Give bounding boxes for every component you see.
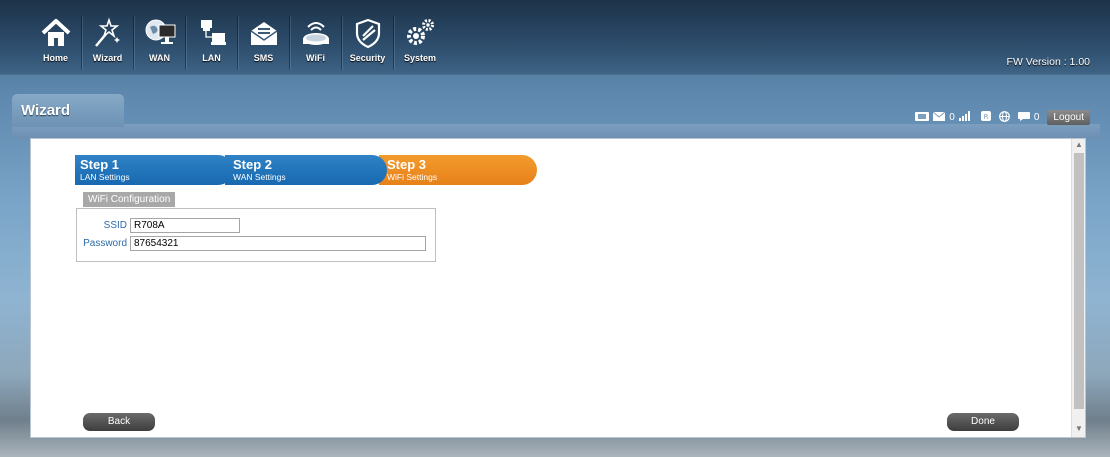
back-button[interactable]: Back: [83, 413, 155, 431]
password-row: Password: [77, 236, 426, 251]
nav-item-system[interactable]: System: [394, 16, 446, 70]
nav-label-system: System: [403, 53, 437, 63]
home-icon: [38, 16, 74, 50]
ssid-label: SSID: [103, 220, 127, 231]
panel-scrollbar[interactable]: ▲ ▼: [1071, 139, 1085, 437]
sms-count: 0: [949, 112, 955, 123]
step-2-subtitle: WAN Settings: [233, 172, 286, 182]
ssid-input[interactable]: [130, 218, 240, 233]
nav-item-home[interactable]: Home: [30, 16, 82, 70]
status-bar: 0 R 0 Logout: [915, 110, 1090, 125]
nav-item-wan[interactable]: WAN: [134, 16, 186, 70]
wifi-router-icon: [298, 16, 334, 50]
nav-label-lan: LAN: [202, 53, 221, 63]
nav-label-wan: WAN: [149, 53, 170, 63]
wizard-panel: Step 1 LAN Settings Step 2 WAN Settings …: [30, 138, 1086, 438]
logout-button[interactable]: Logout: [1047, 110, 1090, 125]
nav-item-sms[interactable]: SMS: [238, 16, 290, 70]
scroll-up-arrow-icon[interactable]: ▲: [1072, 140, 1086, 152]
wifi-config-box: SSID Password: [76, 208, 436, 262]
top-navigation-bar: Home Wizard WAN LAN SMS WiFi Security Sy…: [0, 0, 1110, 75]
nav-item-wifi[interactable]: WiFi: [290, 16, 342, 70]
scroll-thumb[interactable]: [1074, 153, 1084, 409]
signal-strength-icon: [958, 111, 971, 124]
system-gears-icon: [402, 16, 438, 50]
nav-label-sms: SMS: [253, 53, 274, 63]
title-strip: [12, 124, 1100, 138]
lan-computers-icon: [194, 16, 230, 50]
roaming-icon: R: [980, 111, 991, 124]
step-3-subtitle: WiFi Settings: [387, 172, 438, 182]
step-3[interactable]: Step 3 WiFi Settings: [379, 155, 537, 185]
ssid-row: SSID: [77, 218, 240, 233]
step-1[interactable]: Step 1 LAN Settings: [75, 155, 233, 185]
nav-label-wifi: WiFi: [306, 53, 325, 63]
page-title: Wizard: [12, 94, 124, 127]
step-3-title: Step 3: [387, 157, 427, 172]
svg-text:R: R: [983, 113, 988, 121]
nav-item-security[interactable]: Security: [342, 16, 394, 70]
internet-globe-icon: [998, 110, 1010, 125]
main-nav: Home Wizard WAN LAN SMS WiFi Security Sy…: [30, 16, 446, 70]
wizard-wand-icon: [90, 16, 126, 50]
sms-status-icon[interactable]: [932, 111, 946, 124]
nav-item-wizard[interactable]: Wizard: [82, 16, 134, 70]
step-2-title: Step 2: [233, 157, 273, 172]
wifi-config-section-label: WiFi Configuration: [83, 192, 176, 207]
scroll-down-arrow-icon[interactable]: ▼: [1072, 424, 1086, 436]
fw-version: FW Version : 1.00: [1006, 56, 1090, 68]
sms-envelope-icon: [246, 16, 282, 50]
sim-icon: [915, 111, 930, 124]
password-input[interactable]: [130, 236, 426, 251]
step-1-title: Step 1: [80, 157, 120, 172]
step-1-subtitle: LAN Settings: [80, 172, 130, 182]
nav-label-wizard: Wizard: [92, 53, 123, 63]
nav-label-security: Security: [349, 53, 386, 63]
nav-item-lan[interactable]: LAN: [186, 16, 238, 70]
done-button[interactable]: Done: [947, 413, 1019, 431]
nav-label-home: Home: [42, 53, 68, 63]
step-2[interactable]: Step 2 WAN Settings: [225, 155, 387, 185]
security-shield-icon: [350, 16, 386, 50]
message-count: 0: [1033, 112, 1040, 123]
message-icon[interactable]: [1017, 111, 1030, 124]
password-label: Password: [83, 238, 127, 249]
wan-globe-icon: [142, 16, 178, 50]
